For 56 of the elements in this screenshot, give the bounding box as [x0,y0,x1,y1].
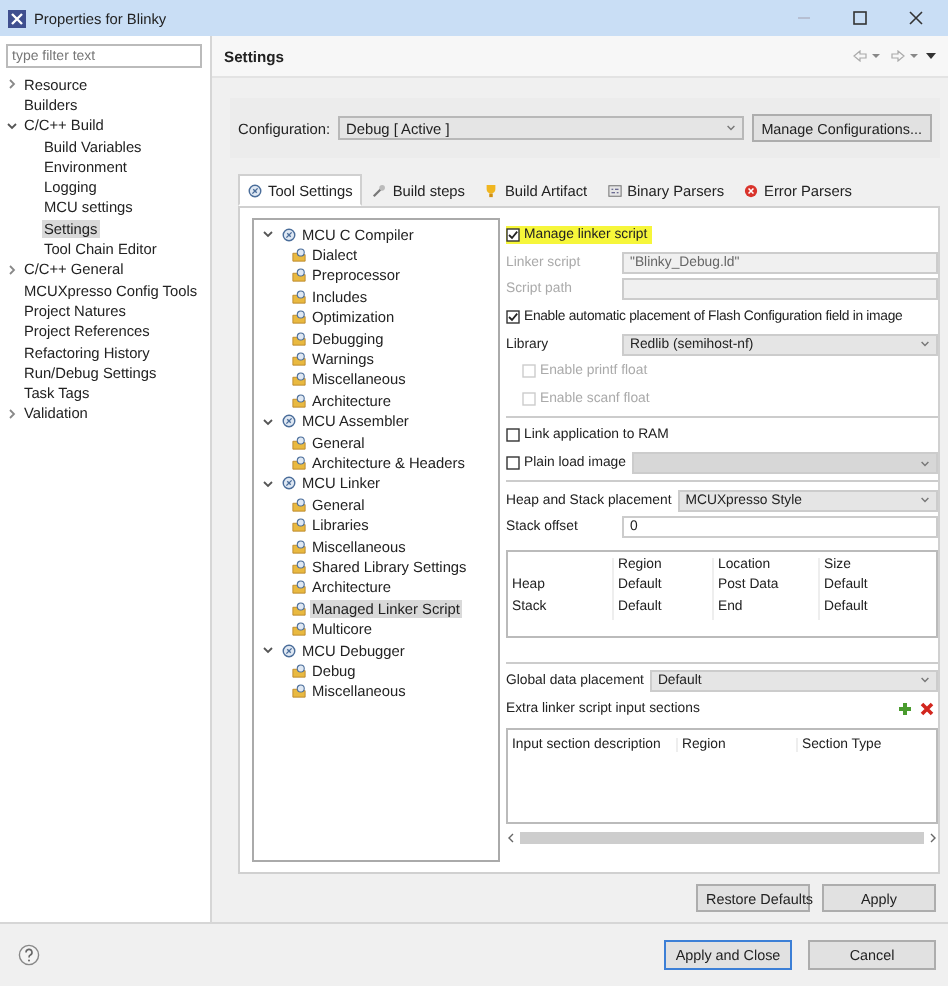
binary-file-icon [607,183,622,197]
close-icon[interactable] [908,10,924,26]
app-icon [8,9,26,27]
chevron-down-icon[interactable] [262,477,274,490]
option-icon [292,331,306,346]
option-icon [292,559,306,574]
caret-icon [920,459,930,468]
checkbox[interactable] [506,428,520,443]
history-navigation-icon[interactable] [852,50,936,62]
checkbox[interactable] [506,456,520,471]
option-icon [292,684,306,699]
delete-icon[interactable] [920,701,934,716]
chevron-down-icon[interactable] [262,228,274,241]
maximize-icon[interactable] [852,10,868,26]
tool-icon [282,227,296,242]
option-icon [292,289,306,304]
tool-icon [282,476,296,491]
chevron-down-icon[interactable] [262,415,274,428]
caret-icon [920,496,930,505]
add-icon[interactable] [898,701,912,716]
option-icon [292,580,306,595]
tool-icon [248,183,262,197]
wrench-icon [372,183,387,197]
horizontal-scrollbar[interactable] [506,828,938,847]
chevron-right-icon[interactable] [6,407,18,420]
option-icon [292,497,306,512]
option-icon [292,539,306,554]
caret-icon [920,676,930,685]
scroll-right-icon[interactable] [928,831,938,844]
option-icon [292,248,306,263]
error-icon [744,183,759,197]
option-icon [292,268,306,283]
tool-icon [282,643,296,657]
option-icon [292,622,306,637]
option-icon [292,455,306,470]
script-path-field[interactable] [622,278,938,301]
option-icon [292,601,306,616]
scroll-left-icon[interactable] [506,831,516,844]
chevron-down-icon[interactable] [262,644,274,656]
chevron-right-icon[interactable] [6,263,18,276]
option-icon [292,310,306,325]
help-icon[interactable] [18,944,40,966]
trophy-icon [484,183,499,197]
caret-icon [725,124,736,132]
option-icon [292,518,306,533]
option-icon [292,352,306,367]
option-icon [292,435,306,450]
option-icon [292,393,306,408]
checkbox[interactable] [506,228,520,243]
checkbox[interactable] [506,310,520,325]
chevron-right-icon[interactable] [6,78,18,91]
option-icon [292,372,306,387]
chevron-down-icon[interactable] [6,119,18,132]
caret-icon [920,340,930,349]
tool-icon [282,414,296,429]
option-icon [292,663,306,678]
